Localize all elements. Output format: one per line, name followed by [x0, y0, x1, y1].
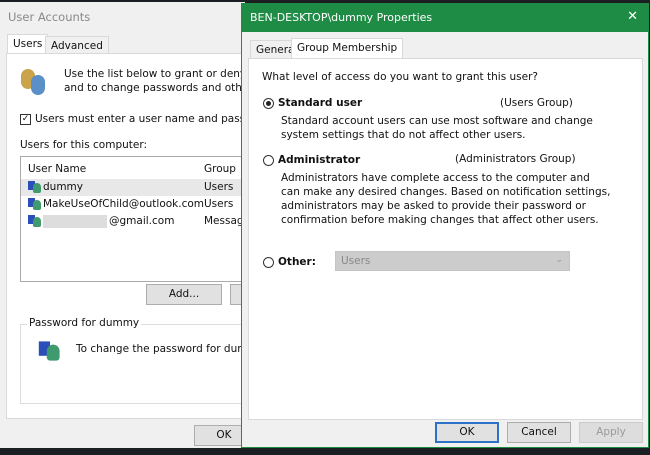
ok-button[interactable]: OK [435, 422, 499, 443]
standard-user-desc: system settings that do not affect other… [281, 129, 526, 141]
standard-user-label[interactable]: Standard user [278, 96, 362, 110]
administrator-group: (Administrators Group) [455, 153, 576, 165]
col-user-name[interactable]: User Name [28, 162, 86, 176]
window-title: User Accounts [8, 10, 91, 24]
title-bar: BEN-DESKTOP\dummy Properties ✕ [242, 4, 648, 32]
user-name: MakeUseOfChild@outlook.com [43, 198, 205, 210]
administrator-desc: confirmation before making changes that … [281, 214, 599, 226]
user-key-icon [38, 341, 61, 361]
col-group[interactable]: Group [204, 162, 236, 176]
user-accounts-window: User Accounts Users Advanced Use the lis… [0, 2, 271, 448]
other-group-select[interactable]: Users ⌄ [335, 251, 570, 271]
password-text: To change the password for dummy [76, 343, 264, 355]
properties-dialog: BEN-DESKTOP\dummy Properties ✕ General G… [241, 3, 649, 448]
user-group: Users [204, 181, 234, 193]
other-group-value: Users [341, 255, 371, 267]
administrator-radio[interactable] [263, 155, 274, 166]
administrator-desc: administrators may be asked to provide t… [281, 200, 586, 212]
intro-text: Use the list below to grant or deny use [64, 68, 269, 80]
must-enter-checkbox[interactable]: ✓ [20, 114, 31, 125]
user-name: @gmail.com [109, 215, 175, 227]
intro-text-2: and to change passwords and other se [64, 82, 268, 94]
chevron-down-icon: ⌄ [555, 255, 563, 265]
dialog-title: BEN-DESKTOP\dummy Properties [250, 11, 433, 24]
add-button[interactable]: Add... [146, 284, 222, 305]
access-question: What level of access do you want to gran… [262, 71, 538, 83]
users-panel: Use the list below to grant or deny use … [6, 53, 271, 419]
user-icon [28, 198, 42, 210]
table-row[interactable]: @gmail.com Message [21, 213, 251, 230]
tab-group-membership[interactable]: Group Membership [291, 38, 404, 59]
password-group-title: Password for dummy [27, 317, 142, 329]
users-label: Users for this computer: [20, 139, 148, 151]
other-radio[interactable] [263, 257, 274, 268]
administrator-label[interactable]: Administrator [278, 153, 360, 167]
password-group: Password for dummy To change the passwor… [20, 317, 264, 404]
standard-user-radio[interactable] [263, 98, 274, 109]
administrator-desc: can make any desired changes. Based on n… [281, 186, 611, 198]
user-group: Users [204, 198, 234, 210]
must-enter-label: Users must enter a user name and passwor… [35, 113, 271, 125]
user-icon [28, 181, 42, 193]
cancel-button[interactable]: Cancel [507, 422, 571, 443]
standard-user-group: (Users Group) [500, 97, 573, 109]
table-row[interactable]: dummy Users [21, 179, 251, 196]
redacted-block [43, 215, 107, 228]
standard-user-desc: Standard account users can use most soft… [281, 115, 593, 127]
users-icon [21, 69, 47, 95]
tab-users[interactable]: Users [7, 34, 49, 55]
close-icon[interactable]: ✕ [627, 9, 638, 24]
apply-button[interactable]: Apply [579, 422, 643, 443]
other-label[interactable]: Other: [278, 255, 316, 269]
administrator-desc: Administrators have complete access to t… [281, 172, 590, 184]
user-name: dummy [43, 181, 83, 193]
users-list: User Name Group dummy Users MakeUseOfChi… [20, 156, 251, 282]
table-row[interactable]: MakeUseOfChild@outlook.com Users [21, 196, 251, 213]
group-membership-panel: What level of access do you want to gran… [248, 58, 643, 420]
user-icon [28, 215, 42, 227]
